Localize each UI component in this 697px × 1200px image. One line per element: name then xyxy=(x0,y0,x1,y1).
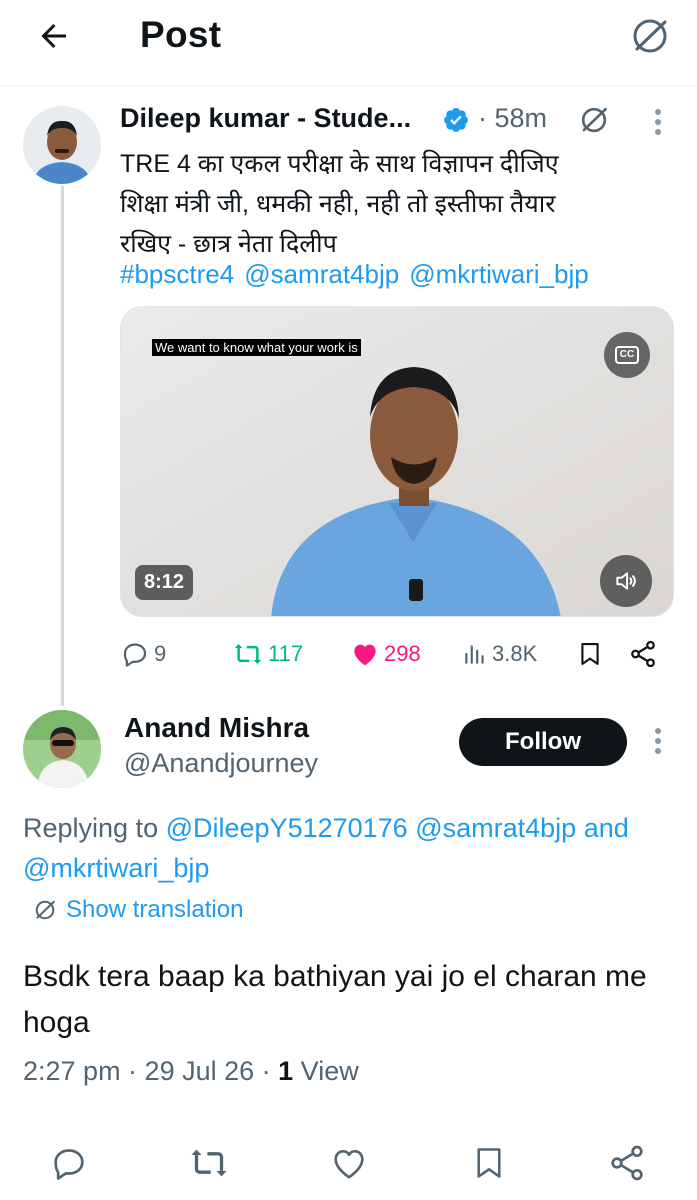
reply-action-button[interactable] xyxy=(46,1140,92,1186)
back-button[interactable] xyxy=(30,14,78,58)
views-button[interactable]: 3.8K xyxy=(462,636,537,672)
replying-prefix: Replying to xyxy=(23,813,159,843)
post-text-line: शिक्षा मंत्री जी, धमकी नही, नही तो इस्ती… xyxy=(120,190,556,218)
bookmark-icon xyxy=(581,643,599,665)
reply-views-label: View xyxy=(293,1056,359,1086)
grok-icon xyxy=(633,19,667,53)
reply-author-name[interactable]: Anand Mishra xyxy=(124,712,309,744)
retweet-icon xyxy=(234,644,262,664)
like-count: 298 xyxy=(384,641,421,666)
show-translation-button[interactable]: Show translation xyxy=(32,896,243,924)
follow-button[interactable]: Follow xyxy=(459,718,627,766)
grok-icon xyxy=(581,107,607,133)
bookmark-action-button[interactable] xyxy=(466,1140,512,1186)
retweet-button[interactable]: 117 xyxy=(232,636,303,672)
speaker-muted-icon xyxy=(616,572,636,590)
post-text-line: रखिए - छात्र नेता दिलीप xyxy=(120,230,337,258)
show-translation-label: Show translation xyxy=(66,896,244,923)
reply-author-handle[interactable]: @Anandjourney xyxy=(124,748,318,779)
share-icon xyxy=(631,640,655,668)
video-duration: 8:12 xyxy=(135,565,194,600)
post-time: · 58m xyxy=(478,103,548,133)
post-tags: #bpsctre4 @samrat4bjp @mkrtiwari_bjp xyxy=(120,259,599,290)
mute-button[interactable] xyxy=(600,555,652,607)
reply-timestamp: 2:27 pm · 29 Jul 26 · xyxy=(23,1056,279,1086)
more-options-button[interactable] xyxy=(640,104,676,140)
more-vertical-icon xyxy=(655,728,661,754)
mention-link[interactable]: @mkrtiwari_bjp xyxy=(23,853,209,883)
share-icon xyxy=(611,1145,643,1181)
reply-more-options-button[interactable] xyxy=(640,723,676,759)
cc-icon: CC xyxy=(614,346,640,364)
thread-line xyxy=(61,186,64,706)
analytics-icon xyxy=(465,645,484,664)
retweet-count: 117 xyxy=(268,641,304,666)
replying-to: Replying to @DileepY51270176 @samrat4bjp… xyxy=(23,808,683,888)
grok-button[interactable] xyxy=(626,12,674,60)
grok-post-button[interactable] xyxy=(574,100,614,140)
captions-button[interactable]: CC xyxy=(604,332,650,378)
reply-icon xyxy=(54,1149,84,1180)
top-bar: Post xyxy=(0,0,697,86)
bookmark-icon xyxy=(477,1148,501,1178)
reply-count: 9 xyxy=(154,641,167,666)
like-button[interactable]: 298 xyxy=(350,636,421,672)
hashtag-link[interactable]: #bpsctre4 xyxy=(120,259,234,289)
reply-button[interactable]: 9 xyxy=(120,636,166,672)
share-button[interactable] xyxy=(628,636,662,672)
avatar[interactable] xyxy=(23,106,101,184)
bookmark-button[interactable] xyxy=(576,636,608,672)
page-title: Post xyxy=(140,14,222,55)
arrow-left-icon xyxy=(41,24,66,48)
mention-link[interactable]: @mkrtiwari_bjp xyxy=(409,259,589,289)
post-text-line: TRE 4 का एकल परीक्षा के साथ विज्ञापन दीज… xyxy=(120,150,559,178)
reply-avatar[interactable] xyxy=(23,710,101,788)
heart-filled-icon xyxy=(354,644,376,666)
author-name[interactable]: Dileep kumar - Stude... xyxy=(120,103,411,134)
verified-badge-icon xyxy=(444,108,468,132)
more-vertical-icon xyxy=(655,109,661,135)
video-caption: We want to know what your work is xyxy=(152,339,361,356)
share-action-button[interactable] xyxy=(604,1140,650,1186)
heart-icon xyxy=(334,1150,364,1179)
post-text: TRE 4 का एकल परीक्षा के साथ विज्ञापन दीज… xyxy=(120,144,680,264)
reply-icon xyxy=(123,643,147,667)
mention-link[interactable]: @samrat4bjp xyxy=(244,259,399,289)
retweet-icon xyxy=(191,1149,227,1177)
mention-link[interactable]: @samrat4bjp xyxy=(415,813,576,843)
reply-meta: 2:27 pm · 29 Jul 26 · 1 View xyxy=(23,1056,359,1087)
reply-view-count: 1 xyxy=(278,1056,294,1086)
video-player[interactable]: We want to know what your work is CC 8:1… xyxy=(120,306,674,617)
like-action-button[interactable] xyxy=(326,1140,372,1186)
replying-and: and xyxy=(583,813,629,843)
view-count: 3.8K xyxy=(492,641,538,666)
mention-link[interactable]: @DileepY51270176 xyxy=(166,813,408,843)
grok-icon xyxy=(35,900,55,920)
retweet-action-button[interactable] xyxy=(186,1140,232,1186)
reply-text: Bsdk tera baap ka bathiyan yai jo el cha… xyxy=(23,960,647,1039)
